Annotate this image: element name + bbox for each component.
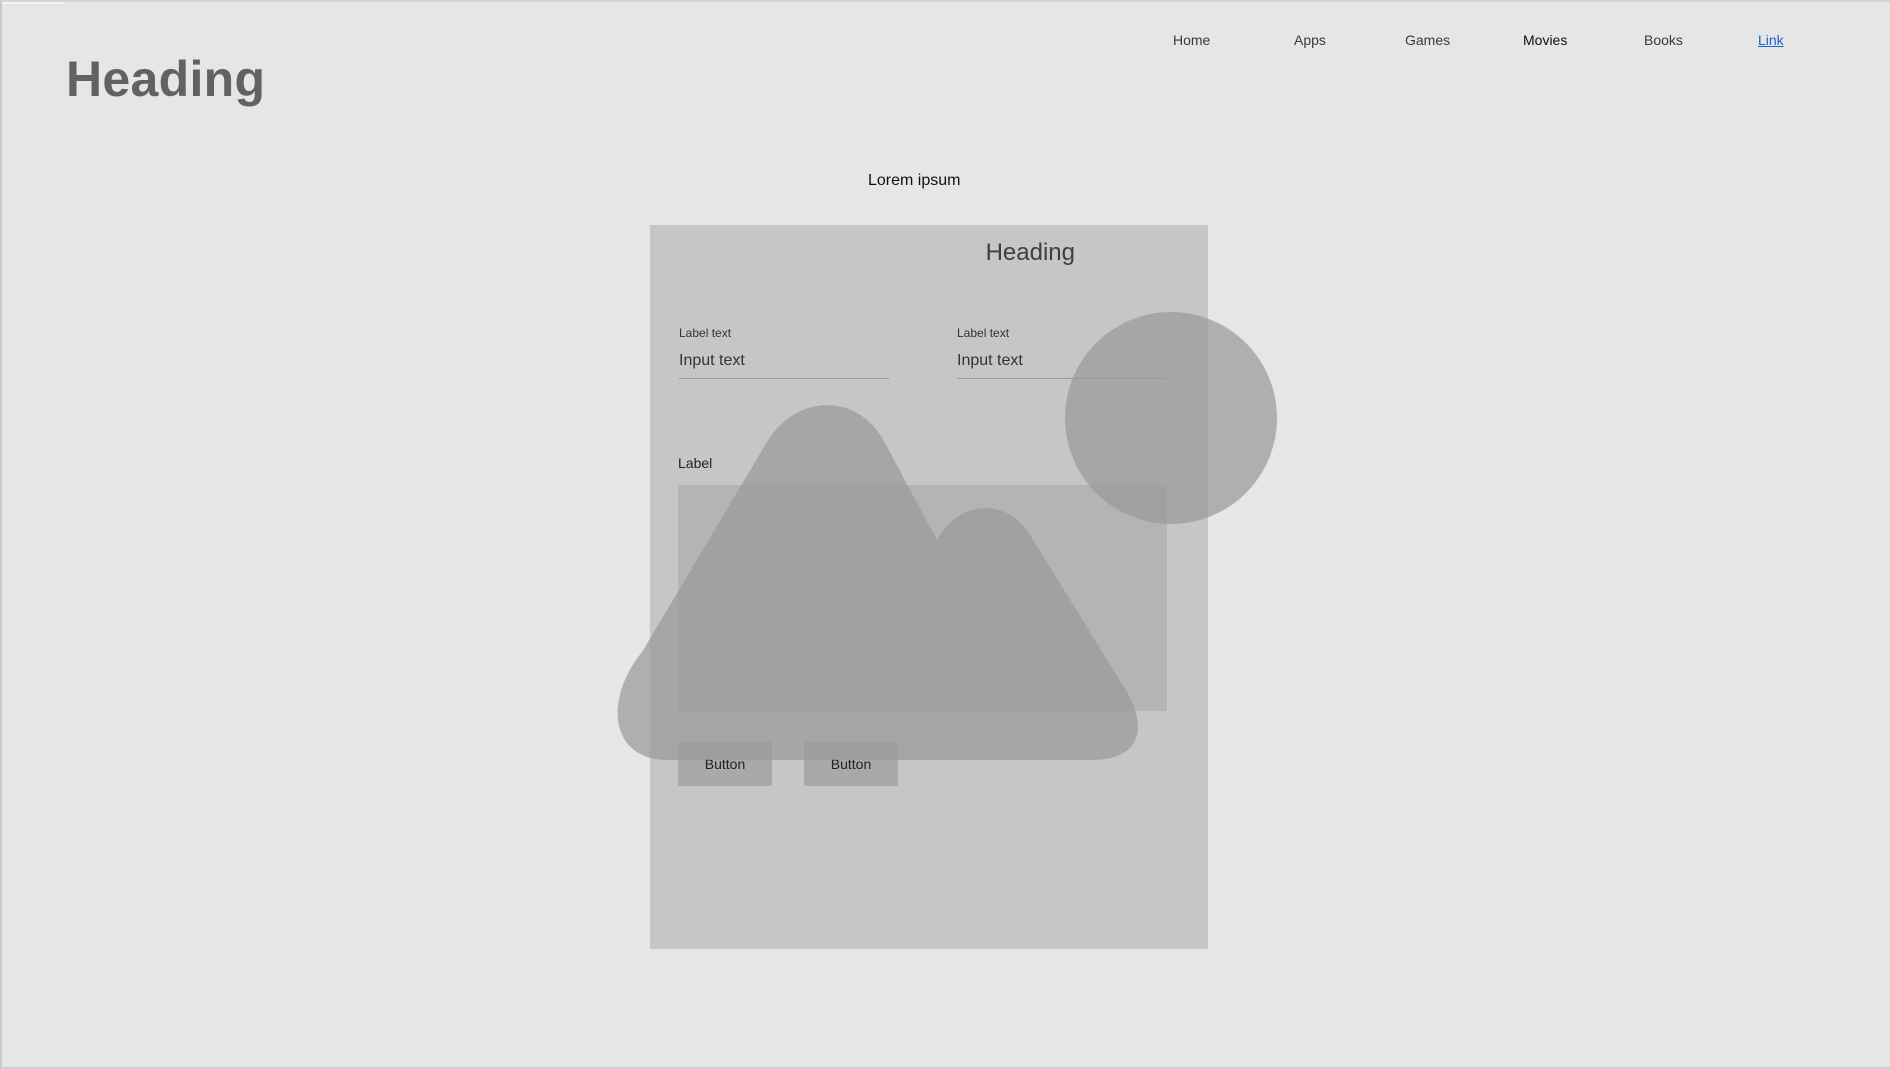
text-input-2[interactable] (957, 350, 1167, 379)
nav-item-home[interactable]: Home (1173, 32, 1210, 48)
card-heading: Heading (985, 239, 1075, 266)
text-field-2: Label text (957, 326, 1167, 379)
form-card: Heading Label text Label text Label Butt… (650, 225, 1208, 949)
nav-item-apps[interactable]: Apps (1294, 32, 1326, 48)
text-field-1: Label text (679, 326, 889, 379)
textarea-field[interactable] (678, 485, 1167, 711)
textarea-label: Label (678, 455, 713, 471)
top-edge-sliver (2, 2, 64, 4)
secondary-button[interactable]: Button (804, 742, 898, 786)
primary-button[interactable]: Button (678, 742, 772, 786)
page: Heading Home Apps Games Movies Books Lin… (0, 0, 1890, 1069)
nav-item-games[interactable]: Games (1405, 32, 1450, 48)
page-caption: Lorem ipsum (868, 172, 961, 189)
site-heading: Heading (66, 51, 266, 107)
text-input-1[interactable] (679, 350, 889, 379)
nav-item-books[interactable]: Books (1644, 32, 1683, 48)
nav-item-link[interactable]: Link (1758, 32, 1784, 48)
field-label: Label text (679, 326, 732, 340)
nav-item-movies[interactable]: Movies (1523, 32, 1567, 48)
field-label: Label text (957, 326, 1010, 340)
